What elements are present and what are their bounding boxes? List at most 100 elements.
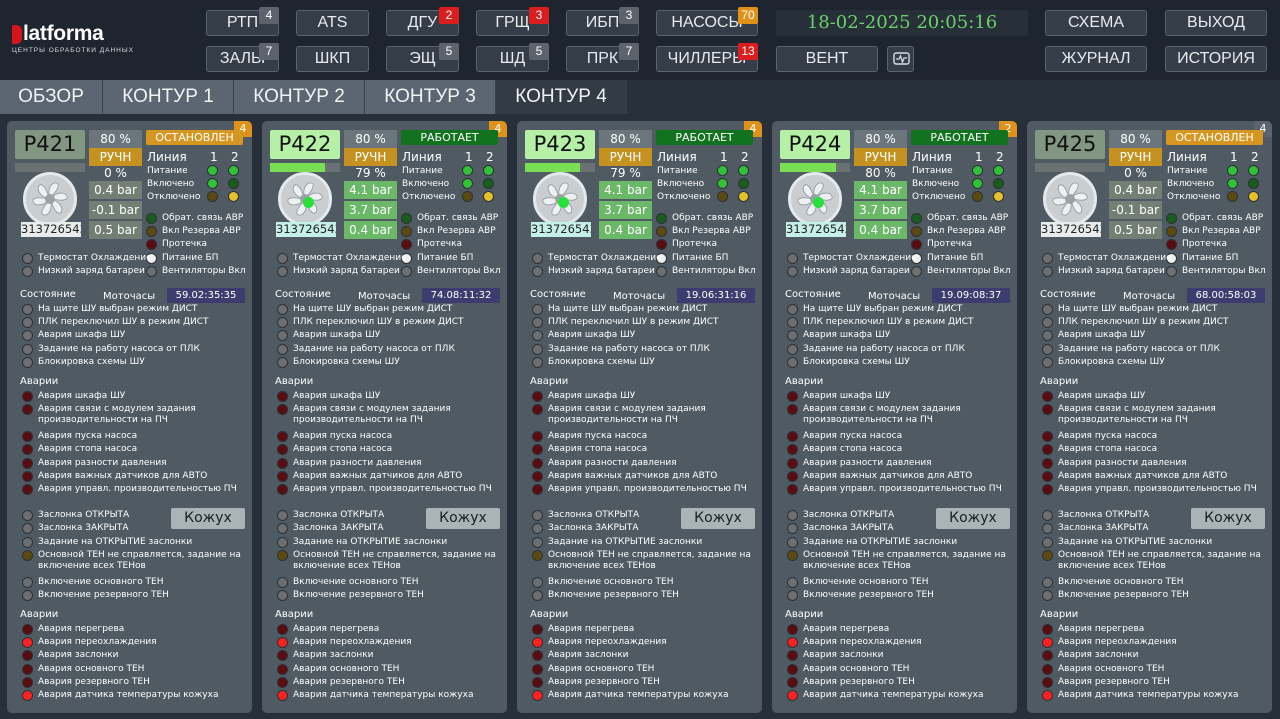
status-indicator-icon [1042, 458, 1053, 469]
line-row-label: Включено [402, 179, 450, 189]
nav-button-r2-4[interactable]: ПРК 7 [566, 43, 639, 72]
status-indicator-icon [738, 165, 749, 176]
status-indicator-icon [22, 590, 33, 601]
alarm-count-badge: 7 [619, 43, 639, 60]
pump-fan: 313726543 [782, 172, 846, 240]
pump-name[interactable]: P422 [270, 130, 340, 159]
line-row-label: Питание [147, 166, 188, 176]
state-section-title: Состояние [20, 289, 76, 300]
casing-button[interactable]: Кожух [171, 508, 245, 529]
pump-speed-bar [270, 163, 340, 172]
status-indicator-icon [532, 624, 543, 635]
serial-number: 313726543 [276, 222, 336, 237]
nav-button-0[interactable]: РТП 4 [206, 7, 279, 36]
casing-button[interactable]: Кожух [1191, 508, 1265, 529]
tab-4[interactable]: КОНТУР 4 [496, 80, 627, 114]
tab-3[interactable]: КОНТУР 3 [365, 80, 496, 114]
pump-name[interactable]: P424 [780, 130, 850, 159]
motohours-value: 59.02:35:35 [167, 288, 245, 303]
status-item-label: Авария резервного ТЕН [293, 677, 405, 687]
mode-button[interactable]: РУЧН [344, 148, 397, 166]
tab-2[interactable]: КОНТУР 2 [234, 80, 365, 114]
setpoint-percent[interactable]: 80 % [1109, 130, 1162, 148]
mode-button[interactable]: РУЧН [1109, 148, 1162, 166]
status-indicator-icon [532, 444, 543, 455]
motohours-label: Моточасы [103, 291, 156, 302]
scheme-button[interactable]: СХЕМА [1045, 10, 1147, 36]
status-item-label: Авария датчика температуры кожуха [1058, 690, 1239, 700]
setpoint-percent[interactable]: 80 % [599, 130, 652, 148]
setpoint-percent[interactable]: 80 % [89, 130, 142, 148]
nav-button-r2-3[interactable]: ШД 5 [476, 43, 549, 72]
status-indicator-icon [22, 444, 33, 455]
status-indicator-icon [462, 191, 473, 202]
button-label: ИБП [585, 14, 620, 31]
nav-button-1[interactable]: ATS [296, 10, 369, 36]
pump-name[interactable]: P421 [15, 130, 85, 159]
status-indicator-icon [532, 344, 543, 355]
mode-button[interactable]: РУЧН [599, 148, 652, 166]
tab-0[interactable]: ОБЗОР [0, 80, 103, 114]
status-item-label: Авария важных датчиков для АВТО [1058, 471, 1228, 481]
mode-button[interactable]: РУЧН [854, 148, 907, 166]
mode-button[interactable]: РУЧН [89, 148, 142, 166]
status-item-label: Включение основного ТЕН [293, 577, 419, 587]
nav-button-r2-5[interactable]: ЧИЛЛЕРЫ 13 [656, 43, 758, 72]
line2-label: 2 [741, 150, 749, 164]
casing-button[interactable]: Кожух [681, 508, 755, 529]
status-item-label: Обрат. связь АВР [927, 213, 1009, 223]
line-status-row: Включено [402, 178, 502, 191]
nav-button-4[interactable]: ИБП 3 [566, 7, 639, 36]
status-item-label: Включение резервного ТЕН [1058, 590, 1189, 600]
nav-button-r2-6[interactable]: ВЕНТ [776, 46, 878, 72]
journal-button[interactable]: ЖУРНАЛ [1045, 46, 1147, 72]
status-indicator-icon [787, 330, 798, 341]
line-row-label: Отключено [912, 192, 966, 202]
status-indicator-icon [1042, 550, 1053, 561]
casing-button[interactable]: Кожух [936, 508, 1010, 529]
status-item-label: Включение резервного ТЕН [38, 590, 169, 600]
status-indicator-icon [1042, 510, 1053, 521]
status-item-label: Вентиляторы Вкл [417, 266, 501, 276]
setpoint-percent[interactable]: 80 % [854, 130, 907, 148]
status-indicator-icon [22, 330, 33, 341]
nav-button-3[interactable]: ГРЩ 3 [476, 7, 549, 36]
status-item-label: Авария переохлаждения [293, 637, 412, 647]
status-item-label: Авария важных датчиков для АВТО [548, 471, 718, 481]
status-item-label: Обрат. связь АВР [162, 213, 244, 223]
status-item-label: Термостат Охлаждение [293, 253, 407, 263]
status-indicator-icon [532, 317, 543, 328]
status-item-label: Вкл Резерва АВР [927, 226, 1006, 236]
nav-button-r2-0[interactable]: ЗАЛЫ 7 [206, 43, 279, 72]
pump-name[interactable]: P423 [525, 130, 595, 159]
status-item-label: Заслонка ЗАКРЫТА [38, 523, 129, 533]
nav-button-5[interactable]: НАСОСЫ 70 [656, 7, 758, 36]
status-item-label: Авария шкафа ШУ [293, 330, 381, 340]
logo-text: latforma [23, 22, 104, 45]
chart-monitor-button[interactable] [887, 46, 914, 72]
status-indicator-icon [22, 664, 33, 675]
pump-name[interactable]: P425 [1035, 130, 1105, 159]
nav-button-2[interactable]: ДГУ 2 [386, 7, 459, 36]
alarm-count-badge: 2 [439, 7, 459, 24]
nav-button-r2-1[interactable]: ШКП [296, 46, 369, 72]
status-item-label: Обрат. связь АВР [417, 213, 499, 223]
status-item-label: Авария датчика температуры кожуха [548, 690, 729, 700]
tab-1[interactable]: КОНТУР 1 [103, 80, 234, 114]
status-indicator-icon [228, 178, 239, 189]
exit-button[interactable]: ВЫХОД [1165, 10, 1267, 36]
nav-button-r2-2[interactable]: ЭЩ 5 [386, 43, 459, 72]
speed-percent: 0 % [104, 166, 127, 180]
status-indicator-icon [656, 226, 667, 237]
status-item-label: Термостат Охлаждение [803, 253, 917, 263]
status-indicator-icon [787, 510, 798, 521]
casing-button[interactable]: Кожух [426, 508, 500, 529]
line2-label: 2 [231, 150, 239, 164]
history-button[interactable]: ИСТОРИЯ [1165, 46, 1267, 72]
status-indicator-icon [1042, 471, 1053, 482]
status-indicator-icon [532, 484, 543, 495]
status-indicator-icon [1042, 624, 1053, 635]
status-indicator-icon [228, 165, 239, 176]
setpoint-percent[interactable]: 80 % [344, 130, 397, 148]
status-indicator-icon [717, 178, 728, 189]
